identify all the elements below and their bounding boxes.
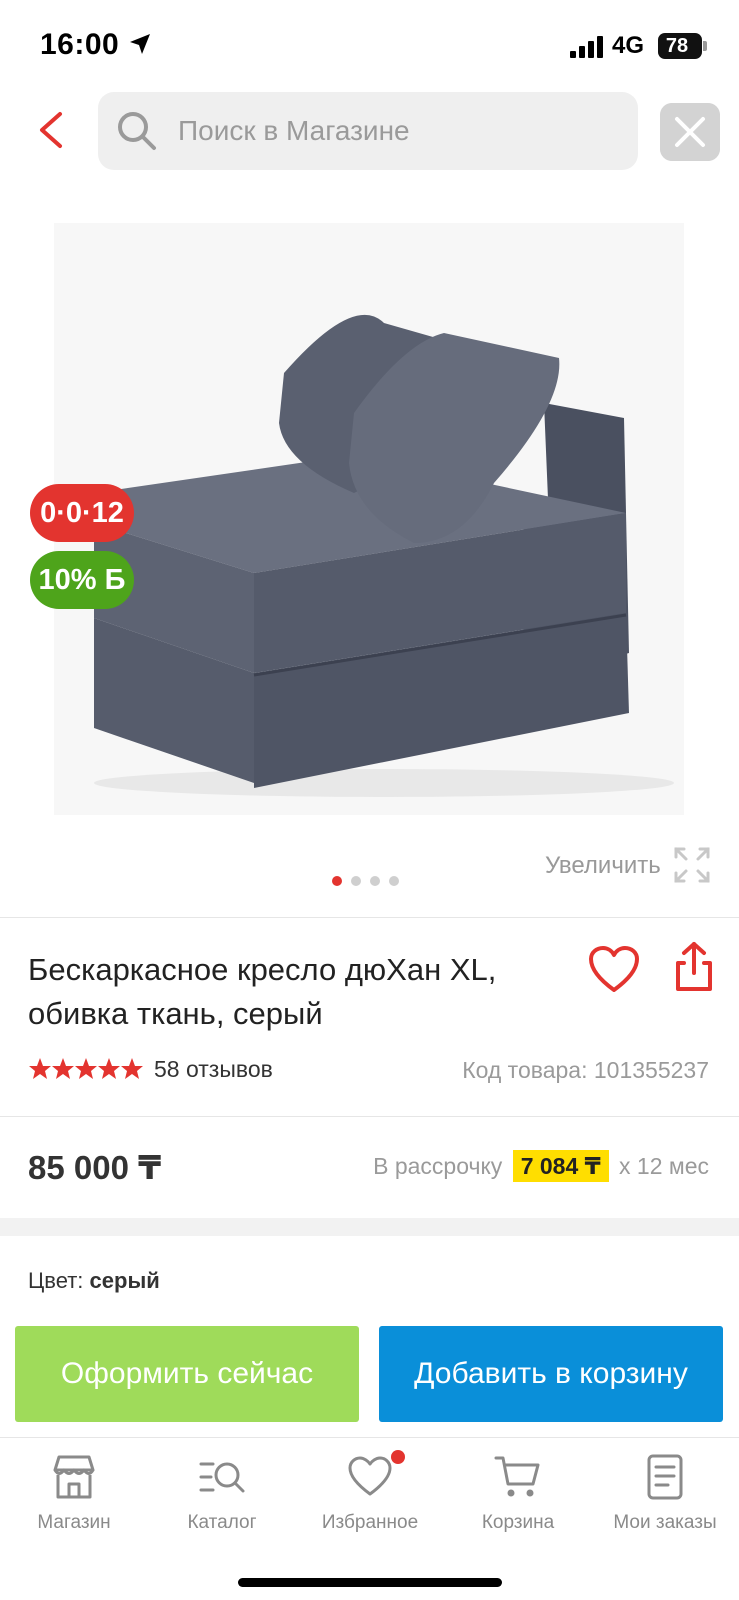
gallery-dot[interactable] bbox=[389, 876, 399, 886]
expand-icon[interactable] bbox=[672, 845, 712, 885]
nav-item-orders[interactable]: Мои заказы bbox=[591, 1438, 739, 1548]
nav-item-favorites[interactable]: Избранное bbox=[296, 1438, 444, 1548]
nav-label-catalog: Каталог bbox=[187, 1512, 257, 1533]
add-to-cart-button[interactable]: Добавить в корзину bbox=[379, 1326, 723, 1422]
search-input[interactable] bbox=[178, 92, 618, 170]
rating-stars bbox=[29, 1058, 143, 1079]
nav-label-cart: Корзина bbox=[481, 1512, 555, 1533]
section-divider bbox=[0, 1218, 739, 1236]
color-selector[interactable]: Цвет: серый bbox=[28, 1268, 160, 1294]
search-icon bbox=[118, 112, 156, 150]
color-label: Цвет: bbox=[28, 1268, 84, 1293]
installment-suffix: х 12 мес bbox=[619, 1153, 709, 1179]
nav-item-cart[interactable]: Корзина bbox=[444, 1438, 592, 1548]
notification-dot bbox=[391, 1450, 405, 1464]
heart-icon bbox=[348, 1456, 392, 1496]
bottom-nav: Магазин Каталог Избранное Корзина Мои за… bbox=[0, 1437, 739, 1600]
nav-label-orders: Мои заказы bbox=[613, 1512, 717, 1533]
reviews-link[interactable]: 58 отзывов bbox=[154, 1056, 273, 1083]
product-title-line2: обивка ткань, серый bbox=[28, 996, 323, 1031]
nav-label-shop: Магазин bbox=[37, 1512, 111, 1533]
status-time: 16:00 bbox=[40, 28, 120, 61]
zoom-label[interactable]: Увеличить bbox=[545, 852, 661, 880]
product-gallery[interactable] bbox=[54, 223, 684, 815]
search-box[interactable] bbox=[98, 92, 638, 170]
product-title: Бескаркасное кресло дюХан XL, обивка тка… bbox=[28, 948, 568, 1036]
color-value: серый bbox=[89, 1268, 160, 1293]
buy-now-button[interactable]: Оформить сейчас bbox=[15, 1326, 359, 1422]
battery-level: 78 bbox=[665, 35, 689, 57]
network-type: 4G bbox=[612, 32, 645, 59]
gallery-dot[interactable] bbox=[370, 876, 380, 886]
divider bbox=[0, 917, 739, 918]
cart-icon bbox=[494, 1456, 540, 1497]
catalog-search-icon bbox=[199, 1462, 245, 1493]
cellular-signal-icon bbox=[570, 36, 603, 58]
back-chevron-icon[interactable] bbox=[30, 108, 74, 152]
bonus-badge: 10% Б bbox=[30, 551, 134, 609]
battery-icon: 78 bbox=[658, 33, 702, 59]
divider bbox=[0, 1116, 739, 1117]
status-bar: 16:00 4G 78 bbox=[0, 0, 739, 90]
nav-item-shop[interactable]: Магазин bbox=[0, 1438, 148, 1548]
gallery-dot-active[interactable] bbox=[332, 876, 342, 886]
home-indicator bbox=[238, 1578, 502, 1587]
installment-amount: 7 084 ₸ bbox=[512, 1150, 609, 1182]
nav-item-catalog[interactable]: Каталог bbox=[148, 1438, 296, 1548]
installment-prefix: В рассрочку bbox=[373, 1153, 503, 1179]
product-title-line1: Бескаркасное кресло дюХан XL, bbox=[28, 952, 497, 987]
product-price: 85 000 ₸ bbox=[28, 1149, 162, 1186]
product-image-armchair[interactable] bbox=[54, 223, 684, 815]
close-search-button[interactable] bbox=[660, 103, 720, 161]
orders-icon bbox=[647, 1454, 683, 1500]
product-code: Код товара: 101355237 bbox=[462, 1057, 709, 1083]
gallery-dot[interactable] bbox=[351, 876, 361, 886]
battery-tip bbox=[703, 41, 707, 51]
location-arrow-icon bbox=[130, 34, 150, 54]
installment-badge: 0·0·12 bbox=[30, 484, 134, 542]
installment-info[interactable]: В рассрочку 7 084 ₸ х 12 мес bbox=[373, 1150, 709, 1182]
shop-icon bbox=[53, 1455, 95, 1499]
nav-label-favorites: Избранное bbox=[321, 1512, 419, 1533]
share-icon[interactable] bbox=[674, 941, 714, 993]
favorite-heart-icon[interactable] bbox=[588, 945, 640, 995]
